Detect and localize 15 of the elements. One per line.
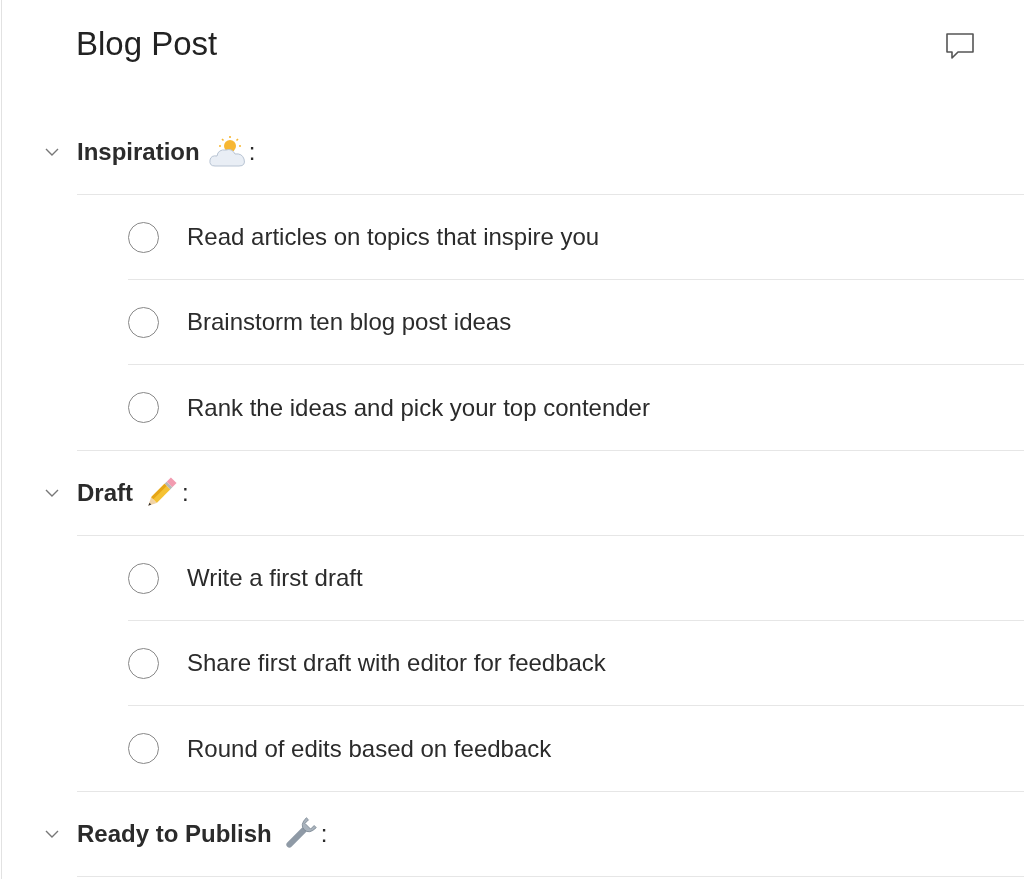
task-text: Write a first draft bbox=[187, 564, 363, 592]
task-text: Brainstorm ten blog post ideas bbox=[187, 308, 512, 336]
task-text: Share first draft with editor for feedback bbox=[187, 649, 606, 677]
colon-text: : bbox=[320, 819, 328, 848]
colon-text: : bbox=[182, 478, 189, 507]
section-heading: Inspiration bbox=[77, 137, 200, 166]
comment-icon[interactable] bbox=[944, 32, 976, 60]
task-text: Round of edits based on feedback bbox=[187, 734, 552, 763]
task-text: Rank the ideas and pick your top contender bbox=[187, 393, 650, 422]
task-text: Read articles on topics that inspire you bbox=[187, 223, 600, 251]
section-heading: Draft bbox=[77, 478, 133, 507]
cloud-sun-icon bbox=[207, 134, 248, 169]
section-heading: Ready to Publish bbox=[77, 819, 272, 848]
page-title: Blog Post bbox=[76, 25, 218, 63]
colon-text: : bbox=[248, 137, 256, 166]
